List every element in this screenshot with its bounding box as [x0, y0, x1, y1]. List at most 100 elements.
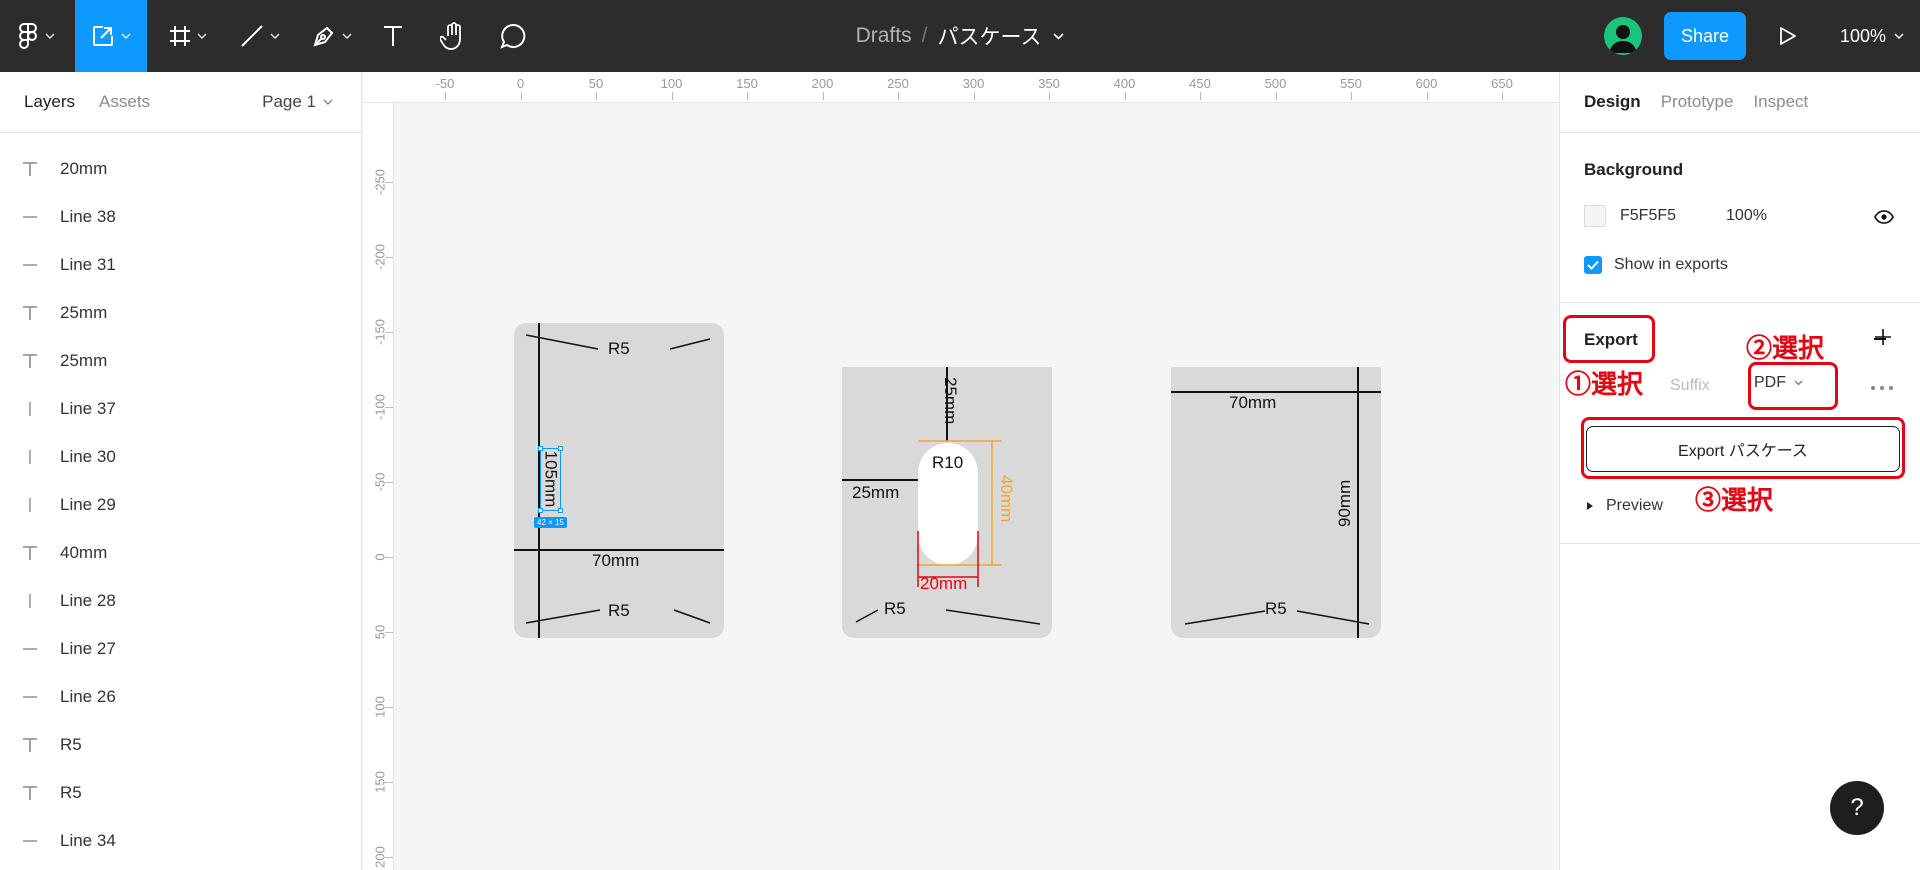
comment-tool-button[interactable]	[492, 0, 534, 72]
r5-label[interactable]: R5	[1265, 599, 1287, 619]
layer-label: 40mm	[60, 543, 108, 562]
chevron-down-icon[interactable]	[1053, 32, 1064, 40]
text-icon	[0, 352, 60, 370]
chevron-down-icon	[342, 33, 352, 39]
layer-item[interactable]: Line 26	[0, 673, 361, 721]
background-hex[interactable]: F5F5F5	[1620, 207, 1676, 225]
background-color-row[interactable]: F5F5F5 100%	[1584, 205, 1767, 227]
selection-handle[interactable]	[558, 508, 563, 513]
hand-tool-button[interactable]	[432, 0, 474, 72]
ruler-tick	[385, 782, 393, 783]
layer-item[interactable]: Line 30	[0, 433, 361, 481]
r5-label[interactable]: R5	[884, 599, 906, 619]
top-25mm-label[interactable]: 25mm	[940, 377, 960, 424]
move-tool-button[interactable]	[75, 0, 147, 72]
ruler-label: 450	[1189, 76, 1211, 91]
main-menu-button[interactable]	[0, 0, 72, 72]
layer-item[interactable]: Line 29	[0, 481, 361, 529]
selected-text-layer[interactable]: 105mm	[538, 446, 563, 513]
layer-item[interactable]: R5	[0, 769, 361, 817]
triangle-right-icon	[1587, 502, 1593, 510]
show-in-exports-row[interactable]: Show in exports	[1584, 256, 1728, 274]
tab-inspect[interactable]: Inspect	[1753, 92, 1808, 112]
file-name[interactable]: パスケース	[937, 21, 1041, 51]
layer-label: 25mm	[60, 351, 108, 370]
frame-case-slot[interactable]: 25mm R10 25mm 40mm 20mm R5	[842, 367, 1052, 638]
show-in-exports-checkbox[interactable]	[1584, 256, 1602, 274]
r5-label[interactable]: R5	[608, 601, 630, 621]
ruler-tick	[973, 92, 975, 100]
selection-handle[interactable]	[538, 508, 543, 513]
layer-item[interactable]: 25mm	[0, 337, 361, 385]
layer-item[interactable]: 20mm	[0, 145, 361, 193]
layer-label: R5	[60, 735, 82, 754]
ruler-label: 600	[1415, 76, 1438, 91]
text-icon	[0, 784, 60, 802]
ruler-tick	[385, 557, 393, 558]
text-tool-button[interactable]	[372, 0, 414, 72]
more-options-icon[interactable]	[1870, 385, 1894, 391]
help-button[interactable]: ?	[1830, 781, 1884, 835]
text-tool-icon	[384, 26, 402, 46]
ruler-tick	[385, 707, 393, 708]
pen-tool-button[interactable]	[304, 0, 360, 72]
layer-item[interactable]: Line 31	[0, 241, 361, 289]
share-button[interactable]: Share	[1664, 12, 1746, 60]
ruler-tick	[1200, 92, 1201, 100]
annotation-box-format	[1748, 362, 1838, 410]
zoom-dropdown[interactable]: 100%	[1840, 0, 1904, 72]
canvas[interactable]: R5 70mm R5 105mm 42 × 15 25mm R10 25mm 4…	[394, 103, 1559, 870]
divider	[1560, 543, 1920, 544]
present-button[interactable]	[1768, 0, 1808, 72]
vertical-line-icon	[0, 497, 60, 513]
selection-handle[interactable]	[558, 446, 563, 451]
layer-item[interactable]: Line 28	[0, 577, 361, 625]
ruler-tick	[385, 482, 393, 483]
width-70mm-label[interactable]: 70mm	[592, 551, 639, 571]
r10-label[interactable]: R10	[932, 453, 963, 473]
shape-tool-button[interactable]	[232, 0, 288, 72]
tab-design[interactable]: Design	[1584, 92, 1641, 112]
background-section-title: Background	[1584, 160, 1684, 179]
slot-40mm-label[interactable]: 40mm	[996, 475, 1016, 522]
layer-item[interactable]: 40mm	[0, 529, 361, 577]
ruler-label: 650	[1491, 76, 1513, 91]
frame-tool-button[interactable]	[160, 0, 216, 72]
slot-20mm-label[interactable]: 20mm	[920, 574, 967, 594]
tab-layers[interactable]: Layers	[24, 92, 75, 112]
chevron-down-icon	[270, 33, 280, 39]
frame-case-front[interactable]: 70mm 90mm R5	[1171, 367, 1381, 638]
ruler-tick	[671, 92, 673, 100]
user-avatar[interactable]	[1604, 17, 1642, 55]
layer-item[interactable]: Line 38	[0, 193, 361, 241]
ruler-tick	[1351, 92, 1352, 100]
layer-item[interactable]: Line 37	[0, 385, 361, 433]
r5-label[interactable]: R5	[608, 339, 630, 359]
layer-item[interactable]: Line 27	[0, 625, 361, 673]
layer-item[interactable]: Line 34	[0, 817, 361, 865]
suffix-input[interactable]: Suffix	[1670, 377, 1710, 395]
vertical-line-icon	[0, 449, 60, 465]
layer-label: R5	[60, 783, 82, 802]
eye-icon[interactable]	[1874, 210, 1894, 224]
divider	[1560, 302, 1920, 303]
ruler-label: 200	[811, 76, 834, 91]
tab-prototype[interactable]: Prototype	[1661, 92, 1734, 112]
layer-item[interactable]: 25mm	[0, 289, 361, 337]
breadcrumb-drafts[interactable]: Drafts	[856, 24, 912, 48]
ruler-label: 350	[1038, 76, 1060, 91]
frame-case-back[interactable]: R5 70mm R5 105mm 42 × 15	[514, 323, 724, 638]
annotation-step-1: ①選択	[1565, 369, 1644, 399]
tab-assets[interactable]: Assets	[99, 92, 150, 112]
plus-icon[interactable]	[1874, 328, 1892, 346]
color-swatch[interactable]	[1584, 205, 1606, 227]
background-opacity[interactable]: 100%	[1726, 207, 1767, 225]
height-90mm-label[interactable]: 90mm	[1335, 480, 1355, 527]
selection-handle[interactable]	[538, 446, 543, 451]
page-selector[interactable]: Page 1	[262, 92, 333, 112]
preview-toggle[interactable]: Preview	[1586, 497, 1663, 515]
layer-item[interactable]: R5	[0, 721, 361, 769]
vertical-ruler: -250 -200 -150 -100 -50 0 50 100 150 200	[363, 103, 394, 870]
side-25mm-label[interactable]: 25mm	[852, 483, 899, 503]
width-70mm-label[interactable]: 70mm	[1229, 393, 1276, 413]
